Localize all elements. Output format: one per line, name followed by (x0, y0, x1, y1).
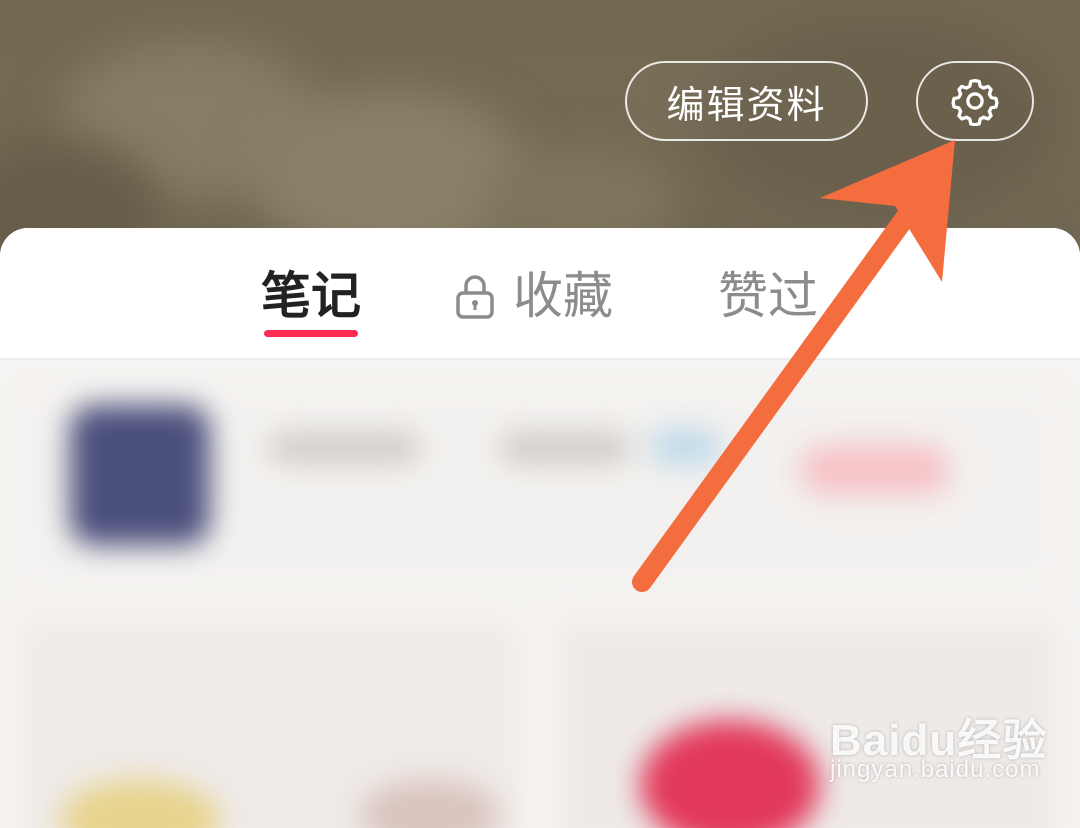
tab-collections-label: 收藏 (513, 267, 613, 325)
tab-notes-label: 笔记 (261, 267, 361, 325)
profile-header-background (0, 0, 1080, 260)
tab-notes[interactable]: 笔记 (261, 266, 361, 326)
lock-icon (456, 275, 494, 319)
tab-collections[interactable]: 收藏 (455, 266, 613, 326)
blurred-follow-button (800, 445, 950, 495)
blurred-text (500, 435, 630, 461)
edit-profile-button[interactable]: 编辑资料 (625, 61, 868, 141)
tab-bar: 笔记 收藏 赞过 (0, 228, 1080, 360)
settings-button[interactable] (916, 61, 1034, 141)
blurred-tag (650, 430, 720, 464)
active-tab-indicator (264, 330, 358, 337)
blurred-text (270, 435, 420, 461)
tab-liked[interactable]: 赞过 (718, 266, 818, 326)
watermark-url: jingyan.baidu.com (830, 756, 1041, 783)
blurred-thumbnail (70, 405, 210, 545)
watermark: Baidu经验 jingyan.baidu.com (830, 696, 1070, 796)
tab-liked-label: 赞过 (718, 267, 818, 325)
gear-icon (951, 78, 999, 126)
